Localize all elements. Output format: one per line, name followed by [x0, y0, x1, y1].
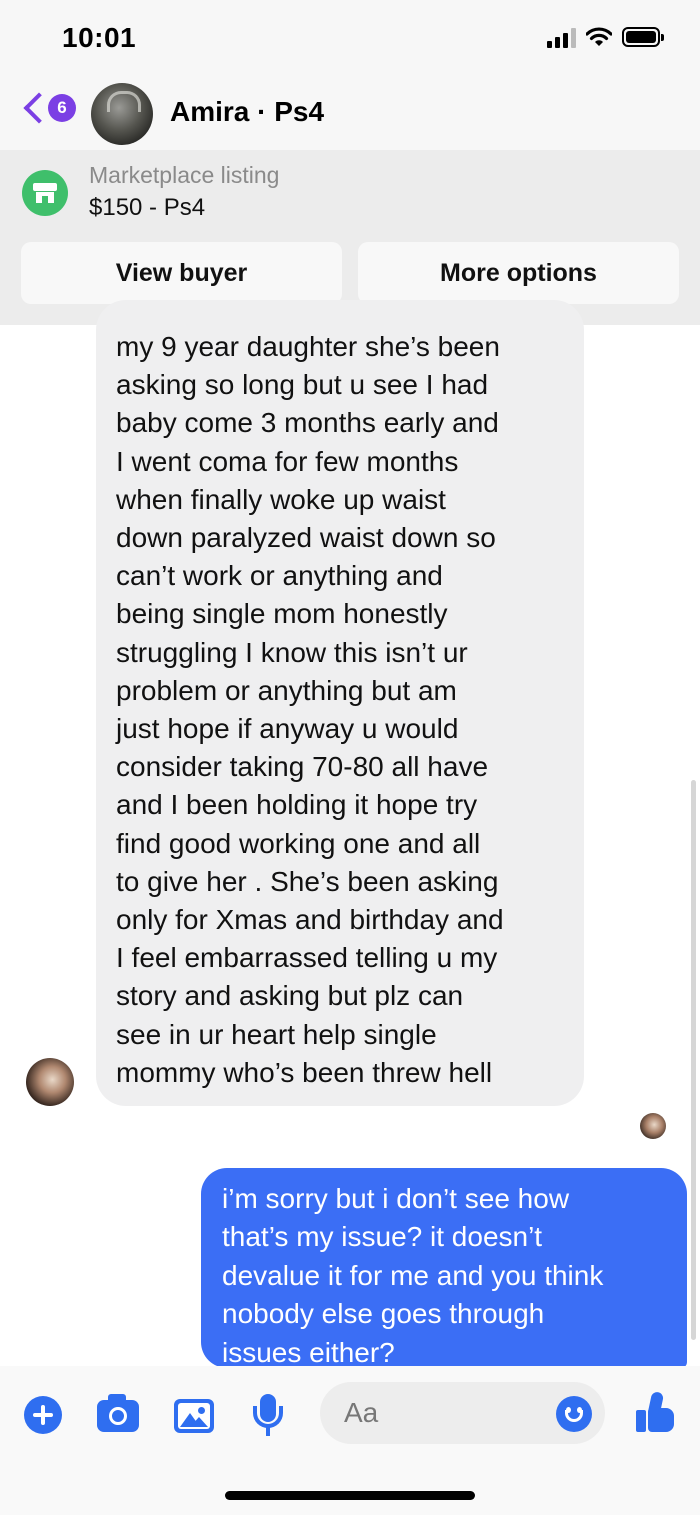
listing-title[interactable]: $150 - Ps4	[89, 194, 205, 222]
message-line: find good working one and all	[116, 827, 481, 859]
status-time: 10:01	[62, 22, 137, 53]
message-line: i’m sorry but i don’t see how	[222, 1183, 570, 1214]
sender-avatar[interactable]	[26, 1058, 74, 1106]
signal-icon	[547, 26, 576, 48]
more-options-button[interactable]: More options	[358, 242, 679, 304]
marketplace-panel: Marketplace listing $150 - Ps4 View buye…	[0, 150, 700, 325]
scrollbar[interactable]	[691, 780, 696, 1340]
message-line: mommy who’s been threw hell	[116, 1056, 493, 1088]
message-line: being single mom honestly	[116, 598, 448, 630]
message-line: issues either?	[222, 1336, 395, 1368]
message-line: my 9 year daughter she’s been	[116, 331, 500, 362]
microphone-icon[interactable]	[250, 1394, 286, 1438]
wifi-icon	[586, 27, 612, 46]
camera-icon[interactable]	[97, 1394, 139, 1432]
contact-avatar[interactable]	[91, 83, 153, 145]
message-line: nobody else goes through	[222, 1298, 545, 1330]
plus-icon[interactable]	[24, 1396, 62, 1434]
outgoing-message-bubble[interactable]: i’m sorry but i don’t see how that’s my …	[201, 1168, 687, 1368]
home-indicator[interactable]	[225, 1491, 475, 1500]
message-line: I went coma for few months	[116, 445, 459, 477]
message-line: that’s my issue? it doesn’t	[222, 1221, 543, 1253]
message-line: down paralyzed waist down so	[116, 522, 496, 554]
message-line: baby come 3 months early and	[116, 407, 499, 439]
back-button[interactable]: 6	[18, 92, 76, 124]
emoji-icon[interactable]	[556, 1396, 592, 1432]
message-line: see in ur heart help single	[116, 1018, 437, 1050]
message-input-placeholder: Aa	[344, 1397, 379, 1428]
marketplace-label: Marketplace listing	[89, 162, 280, 188]
message-line: just hope if anyway u would	[116, 713, 459, 745]
view-buyer-button[interactable]: View buyer	[21, 242, 342, 304]
photo-icon[interactable]	[174, 1399, 214, 1433]
message-line: problem or anything but am	[116, 674, 457, 706]
chevron-left-icon	[23, 92, 55, 124]
message-line: can’t work or anything and	[116, 560, 443, 592]
read-receipt-avatar	[640, 1113, 666, 1139]
status-bar: 10:01	[0, 0, 700, 80]
contact-name[interactable]: Amira · Ps4	[170, 96, 324, 128]
battery-icon	[622, 27, 664, 47]
message-line: asking so long but u see I had	[116, 369, 489, 401]
message-line: when finally woke up waist	[116, 483, 446, 515]
message-line: only for Xmas and birthday and	[116, 904, 504, 936]
incoming-message-bubble[interactable]: my 9 year daughter she’s been asking so …	[96, 300, 584, 1106]
thumbs-up-icon[interactable]	[636, 1390, 676, 1434]
chat-header: 6 Amira · Ps4	[0, 80, 700, 150]
marketplace-store-icon	[22, 170, 68, 216]
message-line: and I been holding it hope try	[116, 789, 478, 821]
message-line: to give her . She’s been asking	[116, 865, 499, 897]
status-icons	[547, 26, 664, 48]
message-line: struggling I know this isn’t ur	[116, 636, 468, 668]
message-line: story and asking but plz can	[116, 980, 464, 1012]
message-line: devalue it for me and you think	[222, 1259, 604, 1291]
message-line: consider taking 70-80 all have	[116, 751, 489, 783]
message-line: I feel embarrassed telling u my	[116, 942, 498, 974]
